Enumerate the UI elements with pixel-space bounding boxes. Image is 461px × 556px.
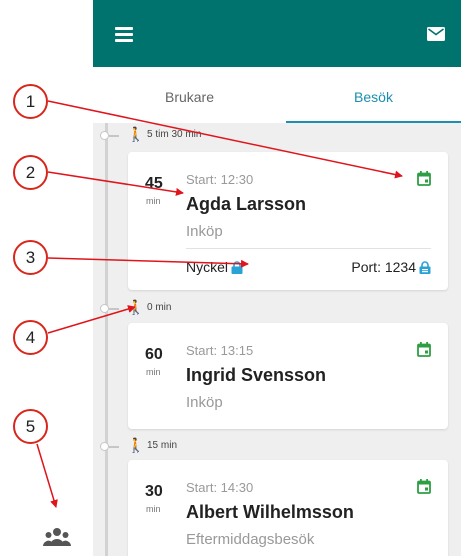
visit-duration-unit: min	[146, 367, 161, 377]
calendar-icon[interactable]	[417, 342, 431, 357]
timeline-rail	[105, 123, 108, 556]
tab-besok[interactable]: Besök	[286, 67, 461, 123]
visit-duration: 60	[145, 346, 163, 363]
visit-duration-unit: min	[146, 196, 161, 206]
tab-bar: Brukare Besök	[93, 67, 461, 124]
top-app-bar	[93, 0, 461, 67]
travel-duration: 5 tim 30 min	[147, 129, 202, 140]
timeline-dot	[100, 131, 109, 140]
tab-brukare[interactable]: Brukare	[93, 67, 286, 123]
travel-separator: 🚶 5 tim 30 min	[100, 125, 433, 145]
walking-person-icon: 🚶	[127, 299, 145, 315]
travel-separator: 🚶 15 min	[100, 436, 433, 456]
visit-start-time: Start: 13:15	[186, 343, 254, 358]
visit-duration: 45	[145, 175, 163, 192]
lock-icon	[419, 261, 431, 274]
callout-2: 2	[13, 155, 48, 190]
timeline-dot	[100, 304, 109, 313]
visit-card[interactable]: 45 min Start: 12:30 Agda Larsson Inköp N…	[128, 152, 448, 290]
walking-person-icon: 🚶	[127, 126, 145, 142]
visit-timeline[interactable]: 🚶 5 tim 30 min 45 min Start: 12:30 Agda …	[93, 123, 461, 556]
port-code: Port: 1234	[351, 259, 431, 275]
hamburger-menu-icon[interactable]	[115, 27, 133, 42]
visit-duration-unit: min	[146, 504, 161, 514]
mail-icon[interactable]	[427, 27, 445, 41]
callout-1: 1	[13, 84, 48, 119]
callout-3: 3	[13, 240, 48, 275]
callout-4: 4	[13, 320, 48, 355]
visit-start-time: Start: 12:30	[186, 172, 254, 187]
lock-icon	[231, 261, 243, 274]
calendar-icon[interactable]	[417, 171, 431, 186]
key-info: Nyckel	[186, 259, 243, 275]
timeline-dot	[100, 442, 109, 451]
visit-card[interactable]: 60 min Start: 13:15 Ingrid Svensson Inkö…	[128, 323, 448, 429]
callout-5: 5	[13, 409, 48, 444]
calendar-icon[interactable]	[417, 479, 431, 494]
client-name: Agda Larsson	[186, 194, 307, 214]
callout-arrow-5	[36, 443, 58, 508]
visit-description: Inköp	[186, 223, 223, 240]
walking-person-icon: 🚶	[127, 437, 145, 453]
mobile-app: Brukare Besök 🚶 5 tim 30 min 45 min Star…	[93, 0, 461, 556]
travel-duration: 15 min	[147, 440, 178, 451]
visit-description: Eftermiddagsbesök	[186, 531, 315, 548]
travel-duration: 0 min	[147, 302, 172, 313]
travel-separator: 🚶 0 min	[100, 298, 433, 318]
client-name: Albert Wilhelmsson	[186, 502, 354, 522]
visit-start-time: Start: 14:30	[186, 480, 254, 495]
visit-description: Inköp	[186, 394, 223, 411]
client-name: Ingrid Svensson	[186, 365, 327, 385]
visit-card[interactable]: 30 min Start: 14:30 Albert Wilhelmsson E…	[128, 460, 448, 556]
visit-duration: 30	[145, 483, 163, 500]
group-icon[interactable]	[43, 527, 71, 547]
